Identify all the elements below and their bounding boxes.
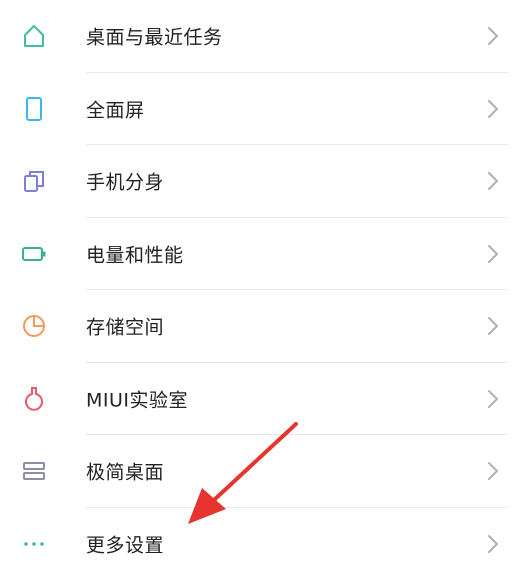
- settings-item-full-screen[interactable]: 全面屏: [0, 73, 520, 145]
- home-icon: [20, 22, 48, 50]
- storage-pie-icon: [20, 312, 48, 340]
- settings-item-more-settings[interactable]: 更多设置: [0, 508, 520, 581]
- chevron-right-icon: [488, 462, 499, 481]
- settings-item-label: 更多设置: [86, 534, 165, 557]
- settings-list: 桌面与最近任务 全面屏 手机分身 电量和性能 存储空间 MIUI实验室 极简桌面…: [0, 0, 520, 580]
- settings-item-label: 极简桌面: [86, 461, 165, 484]
- settings-item-label: MIUI实验室: [86, 389, 189, 412]
- settings-item-storage[interactable]: 存储空间: [0, 290, 520, 363]
- settings-item-dual-apps[interactable]: 手机分身: [0, 145, 520, 218]
- settings-item-label: 全面屏: [86, 99, 145, 122]
- settings-item-label: 桌面与最近任务: [86, 26, 223, 49]
- chevron-right-icon: [488, 244, 499, 263]
- dual-app-icon: [20, 167, 48, 195]
- settings-item-home-recents[interactable]: 桌面与最近任务: [0, 0, 520, 73]
- more-dots-icon: [20, 530, 48, 558]
- flask-icon: [20, 385, 48, 413]
- battery-icon: [20, 240, 48, 268]
- settings-item-simple-mode[interactable]: 极简桌面: [0, 435, 520, 508]
- settings-item-label: 手机分身: [86, 171, 165, 194]
- settings-item-battery-performance[interactable]: 电量和性能: [0, 218, 520, 290]
- settings-item-label: 电量和性能: [86, 244, 184, 267]
- chevron-right-icon: [488, 317, 499, 336]
- chevron-right-icon: [488, 27, 499, 46]
- chevron-right-icon: [488, 534, 499, 553]
- settings-item-label: 存储空间: [86, 316, 165, 339]
- simple-mode-icon: [20, 457, 48, 485]
- chevron-right-icon: [488, 172, 499, 191]
- settings-item-miui-lab[interactable]: MIUI实验室: [0, 363, 520, 435]
- chevron-right-icon: [488, 99, 499, 118]
- phone-icon: [20, 95, 48, 123]
- chevron-right-icon: [488, 389, 499, 408]
